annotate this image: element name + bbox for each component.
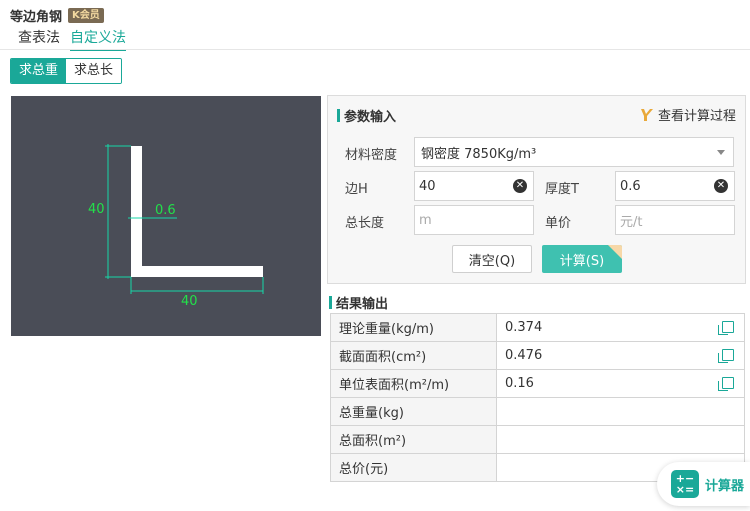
mode-total-length-button[interactable]: 求总长 [66,59,122,83]
table-row: 总面积(m²) [330,425,745,454]
result-value-text: 0.374 [505,320,543,335]
chevron-down-icon [717,150,725,155]
copy-icon[interactable] [718,321,734,335]
view-process-link[interactable]: 查看计算过程 [640,105,736,124]
table-row: 截面面积(cm²) 0.476 [330,341,745,370]
thickness-label: 0.6 [155,203,176,218]
clear-button[interactable]: 清空(Q) [452,245,532,273]
method-tabs: 查表法 自定义法 [18,27,126,51]
price-input[interactable]: 元/t [615,205,735,235]
result-value-text: 0.476 [505,348,543,363]
thickness-label: 厚度T [545,182,579,197]
result-label: 理论重量(kg/m) [330,313,497,342]
result-value: 0.16 [496,369,745,398]
result-table: 理论重量(kg/m) 0.374 截面面积(cm²) 0.476 单位表面积(m… [330,313,745,482]
edge-value: 40 [419,178,436,194]
result-label: 单位表面积(m²/m) [330,369,497,398]
table-row: 单位表面积(m²/m) 0.16 [330,369,745,398]
view-process-label: 查看计算过程 [658,109,737,124]
tabs-divider [0,49,750,50]
length-label: 总长度 [345,216,385,231]
density-label: 材料密度 [345,148,398,163]
calculator-label: 计算器 [705,478,745,494]
vip-corner-icon [608,245,622,259]
mode-total-weight-button[interactable]: 求总重 [11,59,67,83]
edge-label: 边H [345,182,368,197]
table-row: 总重量(kg) [330,397,745,426]
calculator-float-button[interactable]: +− ×= 计算器 [657,462,750,506]
length-placeholder: m [419,212,432,228]
clear-edge-icon[interactable]: ✕ [513,179,527,193]
length-input[interactable]: m [414,205,534,235]
tab-custom[interactable]: 自定义法 [70,27,126,51]
calculator-icon: +− ×= [671,470,699,498]
section-marker [337,109,340,122]
title-row: 等边角钢 K会员 [10,6,104,25]
angle-shape [131,146,263,277]
result-label: 总面积(m²) [330,425,497,454]
section-diagram: 40 0.6 40 [11,96,321,336]
density-select[interactable]: 钢密度 7850Kg/m³ [414,137,734,167]
result-value [496,397,745,426]
thickness-value: 0.6 [620,178,641,194]
height-label: 40 [88,202,105,217]
calculate-label: 计算(S) [559,253,605,269]
section-marker [329,296,332,309]
param-section-title: 参数输入 [337,106,396,125]
price-placeholder: 元/t [620,214,643,230]
result-title-text: 结果输出 [336,297,389,312]
result-value: 0.476 [496,341,745,370]
page-title: 等边角钢 [10,9,63,25]
tab-lookup[interactable]: 查表法 [18,27,60,51]
result-label: 总重量(kg) [330,397,497,426]
price-label: 单价 [545,216,572,231]
thickness-input[interactable]: 0.6 ✕ [615,171,735,201]
clear-thickness-icon[interactable]: ✕ [714,179,728,193]
param-title-text: 参数输入 [344,110,397,125]
table-row: 理论重量(kg/m) 0.374 [330,313,745,342]
angle-steel-drawing: 40 0.6 40 [88,144,264,309]
width-label: 40 [181,294,198,309]
result-value [496,425,745,454]
density-value: 钢密度 7850Kg/m³ [421,146,537,162]
vip-badge: K会员 [68,7,104,23]
edge-input[interactable]: 40 ✕ [414,171,534,201]
result-section-title: 结果输出 [329,293,388,312]
mode-toggle: 求总重 求总长 [10,58,123,84]
result-label: 截面面积(cm²) [330,341,497,370]
calculate-button[interactable]: 计算(S) [542,245,622,273]
result-value: 0.374 [496,313,745,342]
copy-icon[interactable] [718,349,734,363]
copy-icon[interactable] [718,377,734,391]
vip-k-icon [641,108,653,121]
result-label: 总价(元) [330,453,497,482]
result-value-text: 0.16 [505,376,534,391]
